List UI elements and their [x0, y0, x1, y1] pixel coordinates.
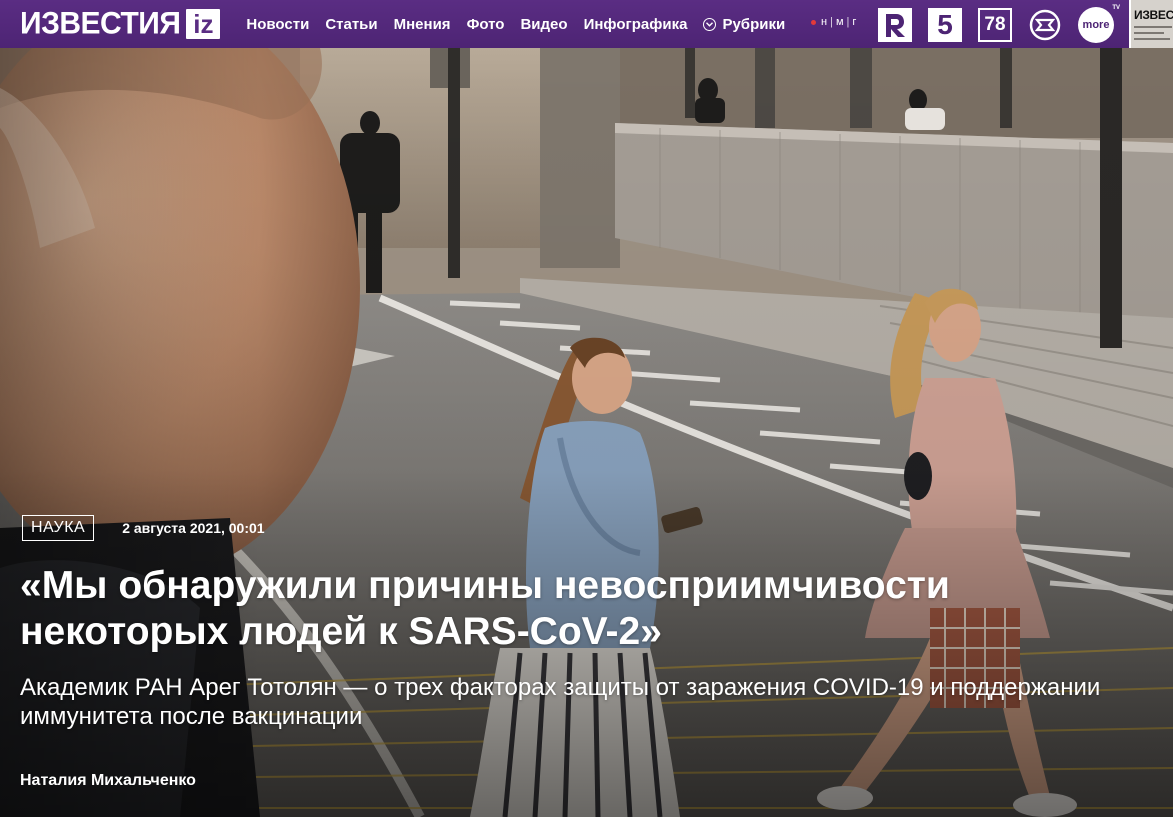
nmg-letter-m: м: [835, 16, 845, 28]
rubric-tag[interactable]: НАУКА: [22, 515, 95, 541]
logo-badge: iz: [186, 9, 221, 39]
newspaper-line: [1134, 38, 1170, 40]
more-tv-label: more: [1082, 19, 1110, 31]
article-subtitle: Академик РАН Арег Тотолян — о трех факто…: [20, 674, 1101, 730]
nav-video[interactable]: Видео: [520, 16, 567, 33]
nmg-letter-g: г: [852, 16, 858, 28]
article-meta: НАУКА 2 августа 2021, 00:01: [22, 515, 265, 541]
nav-photo[interactable]: Фото: [467, 16, 505, 33]
channel-5-icon[interactable]: 5: [928, 8, 962, 42]
ren-tv-icon[interactable]: [878, 8, 912, 42]
more-tv-icon[interactable]: more TV: [1078, 5, 1120, 43]
star-channel-icon[interactable]: [1028, 8, 1062, 42]
article-author[interactable]: Наталия Михальченко: [20, 772, 196, 790]
newspaper-title: ИЗВЕС: [1134, 8, 1173, 22]
nav-opinions[interactable]: Мнения: [394, 16, 451, 33]
nmg-separator: |: [830, 16, 834, 28]
tv-channels: 5 78 more TV: [878, 5, 1130, 43]
logo-text: ИЗВЕСТИЯ: [20, 6, 181, 41]
newspaper-issue-thumbnail[interactable]: ИЗВЕС: [1129, 0, 1173, 48]
chevron-down-icon: [703, 17, 717, 31]
nmg-letter-n: н: [821, 16, 829, 28]
nav-rubrics-label: Рубрики: [722, 15, 786, 33]
more-tv-suffix: TV: [1112, 5, 1120, 11]
nmg-dot: [811, 19, 816, 25]
nav-articles[interactable]: Статьи: [325, 16, 377, 33]
newspaper-line: [1134, 32, 1164, 34]
nmg-separator: |: [846, 16, 851, 28]
site-logo[interactable]: ИЗВЕСТИЯ iz: [20, 0, 221, 48]
nmg-logo[interactable]: н | м | г: [811, 16, 857, 28]
nav-infographics[interactable]: Инфографика: [584, 16, 688, 33]
article-title: «Мы обнаружили причины невосприимчивости…: [20, 564, 950, 653]
nav-rubrics[interactable]: Рубрики: [703, 16, 785, 33]
site-header: ИЗВЕСТИЯ iz Новости Статьи Мнения Фото В…: [0, 0, 1173, 48]
channel-78-icon[interactable]: 78: [978, 8, 1012, 42]
newspaper-line: [1134, 26, 1172, 28]
publish-date: 2 августа 2021, 00:01: [122, 520, 265, 536]
nav-news[interactable]: Новости: [246, 16, 309, 33]
main-nav: Новости Статьи Мнения Фото Видео Инфогра…: [246, 0, 785, 48]
